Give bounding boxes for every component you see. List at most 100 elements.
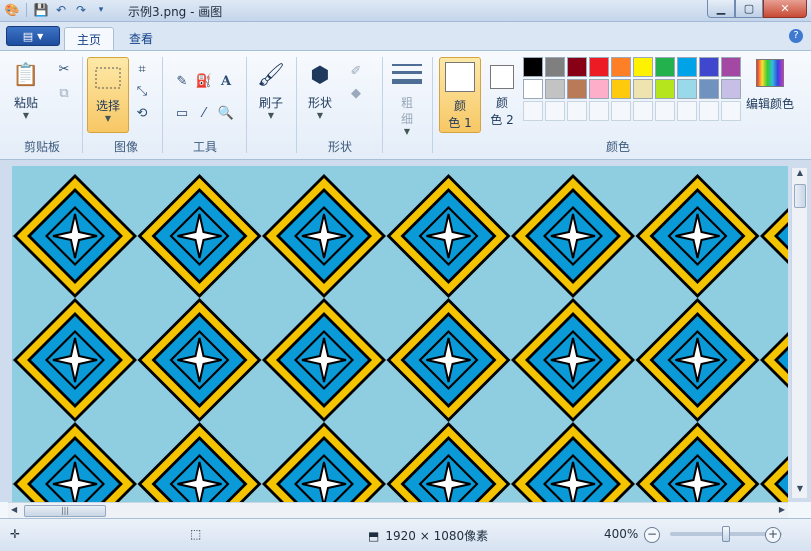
ribbon: 📋 粘贴 ▼ ✂ ⧉ 剪贴板 选择 ▼ ⌗ ⤡ ⟲ 图像 ✎ ⛽ A ▭ ⁄ 🔍… <box>0 50 811 160</box>
zoom-out-button[interactable]: − <box>644 527 660 543</box>
cut-icon[interactable]: ✂ <box>54 59 74 79</box>
paint-menu-button[interactable]: ▤ ▼ <box>6 26 60 46</box>
zoom-in-button[interactable]: + <box>765 527 781 543</box>
pencil-icon[interactable]: ✎ <box>172 71 192 91</box>
magnifier-icon[interactable]: 🔍 <box>216 103 236 123</box>
palette-swatch[interactable] <box>633 79 653 99</box>
undo-icon[interactable]: ↶ <box>53 2 69 18</box>
palette-custom-slot[interactable] <box>611 101 631 121</box>
palette-swatch[interactable] <box>677 79 697 99</box>
horizontal-scrollbar[interactable]: ◀ ||| ▶ <box>8 502 788 518</box>
rotate-icon[interactable]: ⟲ <box>132 103 152 123</box>
palette-swatch[interactable] <box>611 57 631 77</box>
brushes-button[interactable]: 🖌 刷子 ▼ <box>252 59 290 121</box>
drawing-canvas[interactable] <box>12 166 788 502</box>
title-bar: 🎨 💾 ↶ ↷ ▾ 示例3.png - 画图 ▁ ▢ ✕ <box>0 0 811 22</box>
palette-swatch[interactable] <box>611 79 631 99</box>
color2-label-line1: 颜 <box>495 96 508 110</box>
help-icon[interactable]: ? <box>789 29 803 43</box>
outline-icon[interactable]: ✐ <box>346 61 366 81</box>
brush-label: 刷子 <box>258 96 283 110</box>
resize-icon[interactable]: ⤡ <box>132 81 152 101</box>
redo-icon[interactable]: ↷ <box>73 2 89 18</box>
fill-icon[interactable]: ◆ <box>346 83 366 103</box>
diamond-pattern-image <box>12 166 788 502</box>
tools-group: ✎ ⛽ A ▭ ⁄ 🔍 工具 <box>166 53 244 157</box>
paint-app-icon[interactable]: 🎨 <box>4 2 20 18</box>
color1-label-line1: 颜 <box>453 99 466 113</box>
paste-label: 粘贴 <box>13 96 38 110</box>
zoom-slider-thumb[interactable] <box>722 526 730 542</box>
palette-custom-slot[interactable] <box>633 101 653 121</box>
color-palette <box>523 57 741 121</box>
cursor-position-icon: ✛ <box>10 527 21 541</box>
palette-swatch[interactable] <box>589 57 609 77</box>
select-button[interactable]: 选择 ▼ <box>87 57 129 133</box>
palette-swatch[interactable] <box>545 79 565 99</box>
palette-swatch[interactable] <box>567 79 587 99</box>
save-icon[interactable]: 💾 <box>33 2 49 18</box>
color2-label-line2: 色 2 <box>490 113 514 127</box>
palette-swatch[interactable] <box>721 79 741 99</box>
vertical-scrollbar[interactable]: ▲ ▼ <box>791 168 807 498</box>
shapes-button[interactable]: ⬢ 形状 ▼ <box>304 59 336 121</box>
size-dropdown-icon: ▼ <box>403 127 411 136</box>
palette-swatch[interactable] <box>633 57 653 77</box>
minimize-button[interactable]: ▁ <box>707 0 735 18</box>
color1-button[interactable]: 颜 色 1 <box>439 57 481 133</box>
palette-swatch[interactable] <box>721 57 741 77</box>
palette-swatch[interactable] <box>589 79 609 99</box>
palette-custom-slot[interactable] <box>523 101 543 121</box>
paste-dropdown-icon: ▼ <box>22 111 30 120</box>
eraser-icon[interactable]: ▭ <box>172 103 192 123</box>
palette-swatch[interactable] <box>567 57 587 77</box>
horizontal-scroll-thumb[interactable]: ||| <box>24 505 106 517</box>
customize-qat-icon[interactable]: ▾ <box>93 2 109 18</box>
brush-dropdown-icon: ▼ <box>267 111 275 120</box>
scroll-up-icon[interactable]: ▲ <box>792 168 808 182</box>
palette-custom-slot[interactable] <box>655 101 675 121</box>
color-picker-icon[interactable]: ⁄ <box>194 103 214 123</box>
palette-custom-slot[interactable] <box>567 101 587 121</box>
window-controls: ▁ ▢ ✕ <box>707 0 807 18</box>
tab-view[interactable]: 查看 <box>117 27 165 50</box>
palette-swatch[interactable] <box>699 79 719 99</box>
text-tool-icon[interactable]: A <box>216 71 236 91</box>
group-separator <box>246 57 247 153</box>
palette-custom-slot[interactable] <box>677 101 697 121</box>
color2-button[interactable]: 颜 色 2 <box>481 57 523 133</box>
image-group-label: 图像 <box>113 140 138 154</box>
select-dropdown-icon: ▼ <box>104 114 112 123</box>
palette-swatch[interactable] <box>523 57 543 77</box>
palette-custom-slot[interactable] <box>721 101 741 121</box>
palette-swatch[interactable] <box>655 57 675 77</box>
shapes-label: 形状 <box>307 96 332 110</box>
palette-custom-slot[interactable] <box>589 101 609 121</box>
crop-icon[interactable]: ⌗ <box>132 59 152 79</box>
maximize-button[interactable]: ▢ <box>735 0 763 18</box>
vertical-scroll-thumb[interactable] <box>794 184 806 208</box>
palette-swatch[interactable] <box>677 57 697 77</box>
fill-bucket-icon[interactable]: ⛽ <box>194 71 214 91</box>
palette-swatch[interactable] <box>545 57 565 77</box>
scroll-left-icon[interactable]: ◀ <box>11 505 17 514</box>
palette-swatch[interactable] <box>523 79 543 99</box>
scroll-down-icon[interactable]: ▼ <box>792 484 808 498</box>
palette-swatch[interactable] <box>655 79 675 99</box>
copy-icon[interactable]: ⧉ <box>54 83 74 103</box>
size-label-line1: 粗 <box>400 96 413 110</box>
size-button[interactable]: 粗 细 ▼ <box>388 59 426 136</box>
palette-custom-slot[interactable] <box>699 101 719 121</box>
edit-colors-button[interactable]: 编辑颜色 <box>746 59 794 112</box>
palette-swatch[interactable] <box>699 57 719 77</box>
selection-size-icon: ⬚ <box>190 527 202 541</box>
paste-button[interactable]: 📋 粘贴 ▼ <box>10 59 42 121</box>
tab-home[interactable]: 主页 <box>64 27 115 50</box>
close-button[interactable]: ✕ <box>763 0 807 18</box>
group-separator <box>82 57 83 153</box>
palette-custom-slot[interactable] <box>545 101 565 121</box>
scroll-right-icon[interactable]: ▶ <box>779 505 785 514</box>
color-spectrum-icon <box>756 59 784 87</box>
image-dimensions-text: 1920 × 1080像素 <box>385 529 489 543</box>
group-separator <box>296 57 297 153</box>
